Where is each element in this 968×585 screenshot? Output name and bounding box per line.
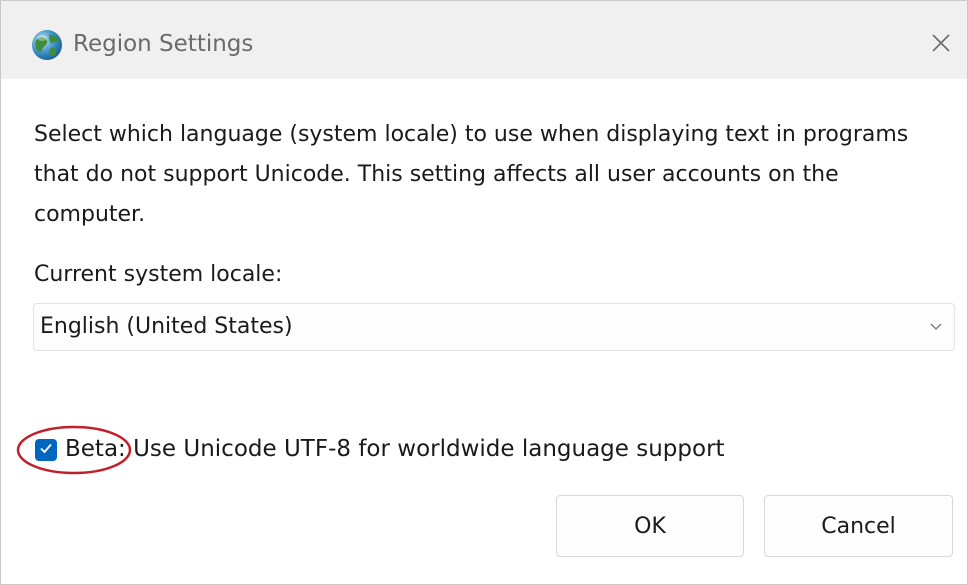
description-text: Select which language (system locale) to… xyxy=(34,122,909,227)
close-button[interactable] xyxy=(919,23,963,67)
checkmark-icon xyxy=(38,440,54,460)
window-title: Region Settings xyxy=(73,31,254,57)
region-settings-dialog: Region Settings Select which language (s… xyxy=(0,0,968,585)
system-locale-dropdown[interactable]: English (United States) xyxy=(33,303,955,351)
beta-utf8-label: Beta: Use Unicode UTF-8 for worldwide la… xyxy=(65,436,725,462)
locale-label: Current system locale: xyxy=(34,262,283,287)
beta-utf8-checkbox[interactable] xyxy=(35,439,57,461)
ok-button[interactable]: OK xyxy=(556,495,744,557)
title-bar: Region Settings xyxy=(1,1,967,79)
beta-utf8-option[interactable]: Beta: Use Unicode UTF-8 for worldwide la… xyxy=(31,431,791,467)
globe-icon xyxy=(29,27,65,63)
dialog-content: Select which language (system locale) to… xyxy=(1,79,967,584)
close-icon xyxy=(931,33,951,57)
locale-selected-value: English (United States) xyxy=(40,314,293,339)
chevron-down-icon xyxy=(928,318,944,334)
cancel-button[interactable]: Cancel xyxy=(764,495,953,557)
